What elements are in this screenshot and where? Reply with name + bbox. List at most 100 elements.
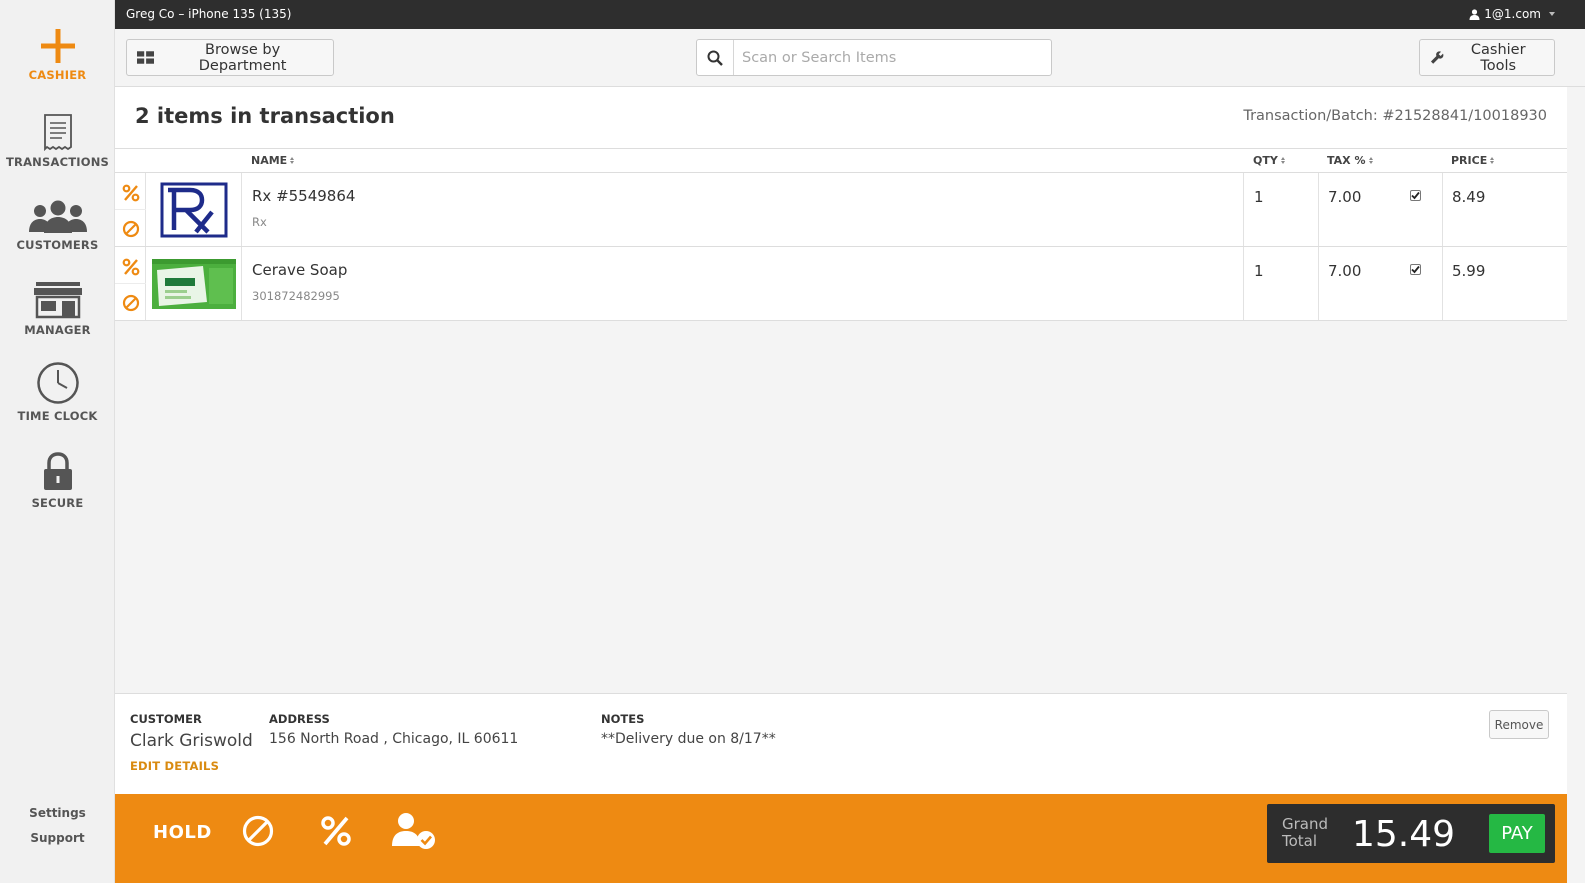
discount-icon[interactable] [119,181,142,204]
transaction-batch: Transaction/Batch: #21528841/10018930 [1243,108,1547,124]
pay-button[interactable]: PAY [1489,814,1545,853]
address-label: ADDRESS [269,712,330,726]
clock-icon [36,362,79,404]
sidebar: CASHIER TRANSACTIONS CUSTOMERS MANAGER T… [0,0,115,883]
nav-label: SECURE [31,496,84,510]
item-tax: 7.00 [1328,262,1362,280]
product-image [146,173,242,246]
nav-time-clock[interactable]: TIME CLOCK [0,361,115,423]
receipt-icon [43,114,72,151]
plus-icon [40,29,75,63]
search-icon[interactable] [697,40,734,75]
search-box [696,39,1052,76]
item-qty: 1 [1254,188,1264,206]
item-name: Cerave Soap [252,261,348,279]
column-header-tax[interactable]: TAX % [1327,154,1373,167]
user-icon [1469,8,1480,20]
divider [115,283,146,284]
item-price: 8.49 [1452,188,1486,206]
taxable-checkbox[interactable] [1410,190,1421,201]
users-icon [28,200,87,233]
notes-label: NOTES [601,712,645,726]
grand-total-label: Grand Total [1282,815,1329,850]
item-qty: 1 [1254,262,1264,280]
edit-details-link[interactable]: EDIT DETAILS [130,759,219,773]
tax-cell: 7.00 [1319,173,1443,246]
assign-customer-icon[interactable] [391,812,437,854]
sort-icon [1490,157,1495,164]
nav-customers[interactable]: CUSTOMERS [0,200,115,252]
nav-secure[interactable]: SECURE [0,452,115,510]
void-icon[interactable] [119,291,142,314]
row-actions [115,247,146,320]
column-header-price[interactable]: PRICE [1451,154,1495,167]
nav-label: CASHIER [28,68,87,82]
discount-transaction-icon[interactable] [319,814,353,852]
table-row[interactable]: Rx #5549864 Rx 1 7.00 8.49 [115,173,1567,247]
void-transaction-icon[interactable] [241,814,275,852]
sort-icon [1368,157,1373,164]
column-header-name[interactable]: NAME [251,154,295,167]
tax-cell: 7.00 [1319,247,1443,320]
nav-cashier[interactable]: CASHIER [0,28,115,82]
rx-logo-icon [160,182,227,237]
void-icon[interactable] [119,217,142,240]
grid-icon [137,51,155,64]
grand-total-amount: 15.49 [1352,814,1456,855]
transaction-panel: 2 items in transaction Transaction/Batch… [115,87,1585,693]
column-label: PRICE [1451,154,1488,167]
toolbar: Browse by Department Cashier Tools [115,29,1585,87]
taxable-checkbox[interactable] [1410,264,1421,275]
nav-manager[interactable]: MANAGER [0,281,115,337]
items-table: NAME QTY TAX % PRICE Rx #5549864 Rx 1 7.… [115,149,1567,321]
check-icon [1411,265,1420,274]
browse-by-department-button[interactable]: Browse by Department [126,39,334,76]
sort-icon [1280,157,1285,164]
user-menu[interactable]: 1@1.com [1469,7,1555,21]
settings-link[interactable]: Settings [0,806,115,820]
grand-total-box: Grand Total 15.49 PAY [1267,804,1555,863]
item-name: Rx #5549864 [252,187,356,205]
footer-bar: HOLD Grand Total 15.49 PAY [115,794,1567,883]
device-name: Greg Co – iPhone 135 (135) [126,7,292,21]
table-header: NAME QTY TAX % PRICE [115,149,1567,173]
store-icon [33,282,82,319]
qty-cell[interactable]: 1 [1243,247,1319,320]
support-link[interactable]: Support [0,831,115,845]
item-tax: 7.00 [1328,188,1362,206]
table-row[interactable]: Cerave Soap 301872482995 1 7.00 5.99 [115,247,1567,321]
hold-button[interactable]: HOLD [153,822,212,843]
column-label: TAX % [1327,154,1366,167]
item-count: 2 items in transaction [135,104,395,128]
discount-icon[interactable] [119,255,142,278]
nav-label: MANAGER [24,323,91,337]
item-price: 5.99 [1452,262,1486,280]
nav-label: TIME CLOCK [17,409,98,423]
product-image [146,247,242,320]
customer-notes: **Delivery due on 8/17** [601,731,776,747]
transaction-header: 2 items in transaction Transaction/Batch… [115,87,1567,149]
item-name-cell: Cerave Soap 301872482995 [252,261,347,303]
item-name-cell: Rx #5549864 Rx [252,187,355,229]
chevron-down-icon [1549,12,1555,16]
remove-customer-button[interactable]: Remove [1489,710,1549,739]
nav-label: CUSTOMERS [16,238,99,252]
browse-label: Browse by Department [198,41,287,74]
divider [115,209,146,210]
customer-address: 156 North Road , Chicago, IL 60611 [269,731,519,747]
column-header-qty[interactable]: QTY [1253,154,1285,167]
customer-label: CUSTOMER [130,712,202,726]
check-icon [1411,191,1420,200]
column-label: QTY [1253,154,1278,167]
user-email: 1@1.com [1484,7,1541,21]
row-actions [115,173,146,246]
soap-box-icon [151,258,236,309]
nav-transactions[interactable]: TRANSACTIONS [0,113,115,169]
cashier-tools-label: Cashier Tools [1470,41,1526,74]
search-input[interactable] [734,40,1051,75]
top-bar: Greg Co – iPhone 135 (135) 1@1.com [115,0,1585,29]
qty-cell[interactable]: 1 [1243,173,1319,246]
nav-label: TRANSACTIONS [5,155,110,169]
wrench-icon [1430,51,1444,64]
cashier-tools-button[interactable]: Cashier Tools [1419,39,1555,76]
